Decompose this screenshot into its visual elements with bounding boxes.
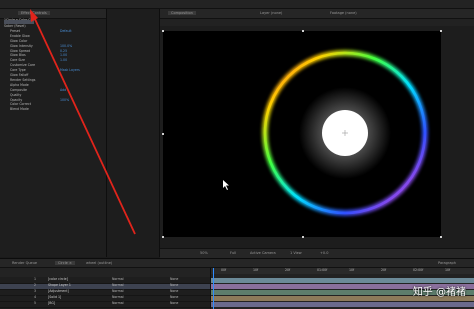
composition-tab[interactable]: Composition: [168, 11, 196, 15]
effect-property-value[interactable]: 1.00: [60, 58, 67, 63]
effect-property-label: Glow Falloff: [10, 73, 29, 77]
camera-select[interactable]: Active Camera: [250, 251, 276, 255]
layer-mode[interactable]: Normal: [112, 301, 124, 306]
effect-property-label: Glow Color: [10, 38, 28, 43]
effect-property-value[interactable]: Mask Layers: [60, 68, 80, 73]
time-ruler[interactable]: 00f 10f 20f 01:00f 10f 20f 02:00f 10f: [211, 268, 474, 274]
ruler-tick-label: 10f: [349, 268, 355, 272]
current-time-indicator[interactable]: [213, 268, 214, 309]
effect-property-row[interactable]: Blend Mode: [10, 107, 106, 112]
layer-mode[interactable]: Normal: [112, 289, 124, 294]
effect-values-column: [107, 9, 160, 257]
timeline-tab-wheel[interactable]: wheel (outline): [86, 261, 112, 265]
timeline-panel: Render Queue Circle × wheel (outline) Pa…: [0, 258, 474, 309]
exposure-value[interactable]: +0.0: [320, 251, 329, 255]
ruler-tick-label: 01:00f: [317, 268, 328, 272]
effect-property-row[interactable]: Quality: [10, 92, 106, 98]
layer-parent[interactable]: None: [170, 283, 178, 288]
layer-number: 4: [34, 295, 37, 299]
effect-property-label: Opacity: [10, 97, 23, 102]
layer-row[interactable]: 5 [BG] Normal None: [0, 301, 210, 308]
effect-property-label: Saber (Reset): [4, 24, 26, 28]
effect-property-label: Customize Core: [10, 63, 36, 68]
layer-parent[interactable]: None: [170, 277, 178, 282]
layer-handle[interactable]: [162, 133, 164, 135]
layer-mode[interactable]: Normal: [112, 295, 124, 300]
watermark-text: 知乎 @褚褚: [412, 287, 466, 298]
effect-property-label: Core Size: [10, 58, 25, 63]
ruler-tick-label: 20f: [285, 268, 291, 272]
view-select[interactable]: 1 View: [290, 251, 302, 255]
app-top-bar: [0, 0, 474, 9]
zoom-select[interactable]: 50%: [200, 251, 208, 255]
effect-controls-tab[interactable]: Effect Controls: [18, 11, 50, 15]
resolution-select[interactable]: Full: [230, 251, 236, 255]
layer-number: 1: [34, 277, 37, 281]
layer-handle[interactable]: [302, 236, 304, 238]
layer-list-header: [0, 268, 210, 277]
effect-property-label: Render Settings: [10, 77, 36, 82]
composition-canvas[interactable]: [163, 31, 441, 237]
layer-parent[interactable]: None: [170, 295, 178, 300]
effect-property-label: Composite: [10, 87, 28, 92]
composition-tabs: Composition Layer (none) Footage (none): [160, 9, 474, 19]
layer-handle[interactable]: [162, 30, 164, 32]
effect-property-label: Color Correct: [10, 102, 31, 107]
timeline-tab-circle[interactable]: Circle ×: [55, 261, 75, 265]
effect-property-label: Glow Spread: [10, 48, 31, 53]
layer-mode[interactable]: Normal: [112, 277, 124, 282]
ruler-tick-label: 10f: [253, 268, 259, 272]
effect-property-label: Preset: [10, 28, 20, 33]
layer-number: 2: [34, 283, 37, 287]
layer-parent[interactable]: None: [170, 301, 178, 306]
layer-name[interactable]: [Solid 1]: [48, 295, 61, 300]
layer-name[interactable]: [Adjustment]: [48, 289, 69, 294]
render-view: [223, 50, 428, 216]
layer-parent[interactable]: None: [170, 289, 178, 294]
layer-number: 5: [34, 301, 37, 305]
layer-name[interactable]: [BG]: [48, 301, 55, 306]
layer-list: 1 [color circle] Normal None 2 Shape Layer 1 N…: [0, 268, 211, 309]
ruler-tick-label: 00f: [221, 268, 227, 272]
composition-footer: 50% Full Active Camera 1 View +0.0: [160, 248, 474, 258]
ruler-tick-label: 02:00f: [413, 268, 424, 272]
layer-handle[interactable]: [440, 236, 442, 238]
layer-name[interactable]: [color circle]: [48, 277, 68, 282]
layer-handle[interactable]: [302, 30, 304, 32]
effect-property-label: Alpha Mode: [10, 82, 29, 87]
layer-number: 3: [34, 289, 37, 293]
render-queue-tab[interactable]: Render Queue: [12, 261, 37, 265]
composition-panel: Composition Layer (none) Footage (none): [160, 9, 474, 258]
effect-property-label: Glow Intensity: [10, 43, 33, 48]
effect-property-value[interactable]: 100%: [60, 98, 69, 103]
paragraph-tab[interactable]: Paragraph: [438, 261, 456, 265]
layer-tab[interactable]: Layer (none): [260, 11, 282, 15]
effect-property-label: Blend Mode: [10, 107, 29, 112]
effect-property-label: Quality: [10, 92, 22, 97]
ruler-labels: 00f 10f 20f 01:00f 10f 20f 02:00f 10f: [211, 268, 474, 274]
cursor-icon: [223, 180, 229, 190]
effect-controls-panel: Effect Controls 1Circle • Color Circ Sab…: [0, 9, 107, 257]
effect-property-value[interactable]: Add: [60, 88, 66, 93]
effect-property-label: Glow Bias: [10, 53, 26, 58]
effect-property-label: Core Type: [10, 68, 26, 73]
ruler-tick-label: 10f: [445, 268, 451, 272]
layer-handle[interactable]: [440, 30, 442, 32]
layer-duration-bar[interactable]: [211, 302, 474, 307]
effect-property-value[interactable]: Default: [60, 29, 72, 34]
composition-subbar: [160, 19, 474, 26]
layer-mode[interactable]: Normal: [112, 283, 124, 288]
effect-property-value[interactable]: 100.0%: [60, 44, 72, 49]
effect-property-row[interactable]: Composite Add: [10, 87, 106, 93]
footage-tab[interactable]: Footage (none): [330, 11, 357, 15]
effect-property-label: Enable Glow: [10, 33, 30, 38]
ruler-tick-label: 20f: [381, 268, 387, 272]
layer-name[interactable]: Shape Layer 1: [48, 283, 71, 288]
timeline-tabs: Render Queue Circle × wheel (outline) Pa…: [0, 259, 474, 268]
layer-handle[interactable]: [162, 236, 164, 238]
